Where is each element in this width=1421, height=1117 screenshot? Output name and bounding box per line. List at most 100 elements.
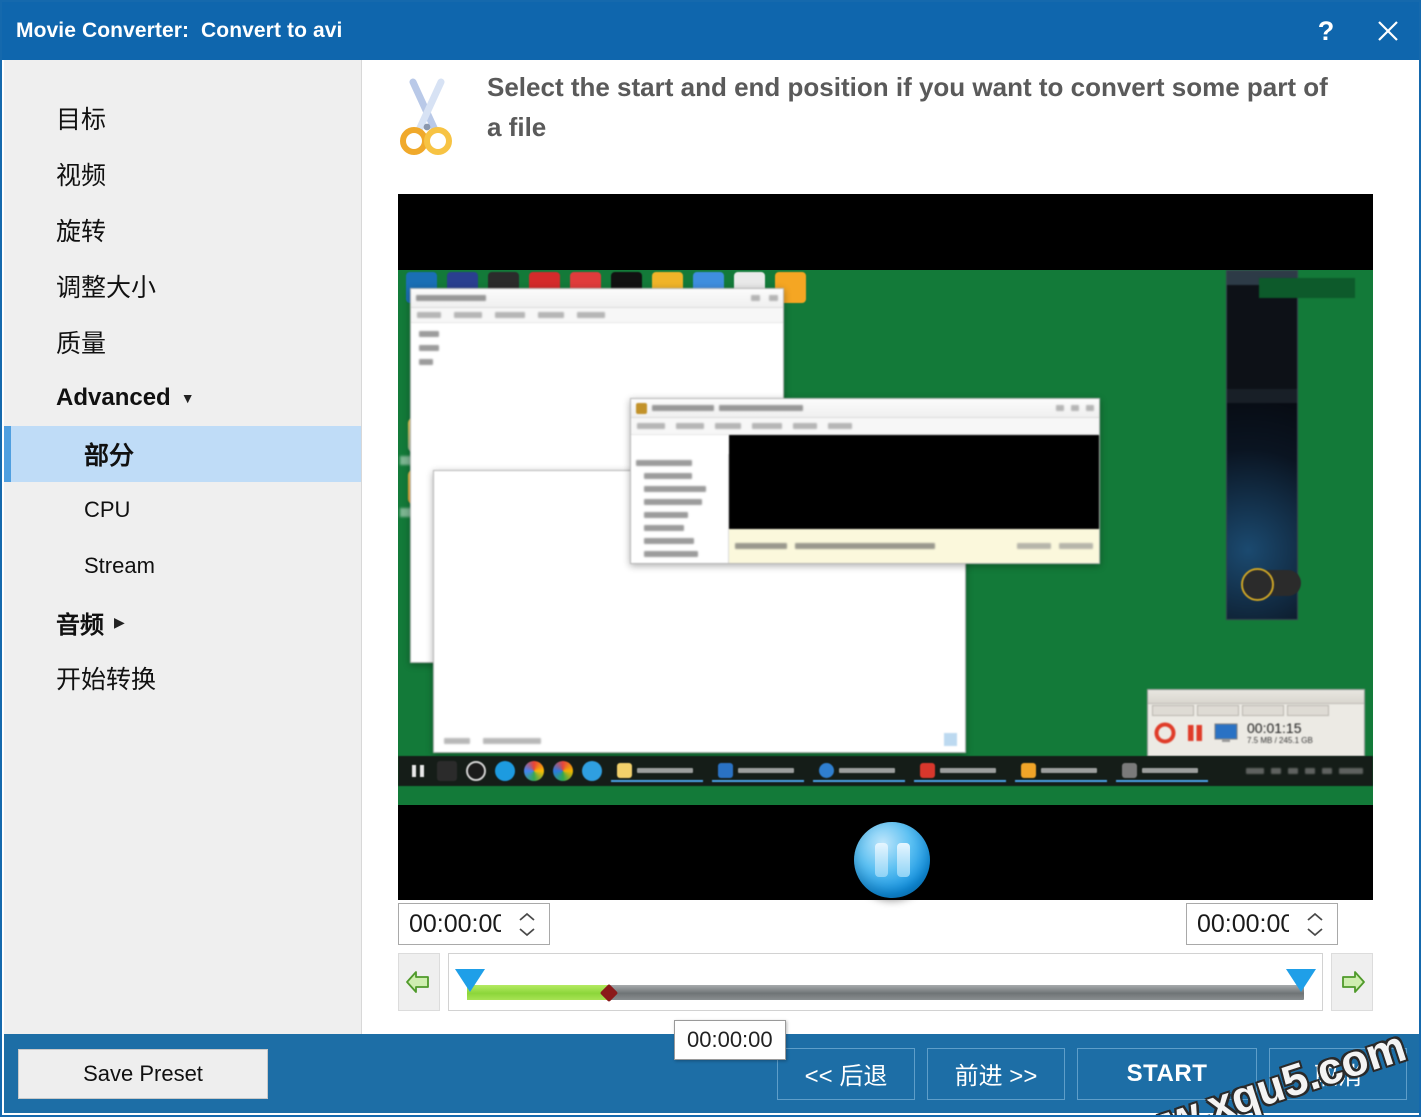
taskbar-window-button[interactable] [813,760,905,782]
timeline-track[interactable] [467,983,1304,1002]
sidebar-item-label: Advanced [56,384,171,411]
spinner-arrows[interactable] [517,912,537,937]
recorded-window-menubar [631,418,1099,435]
sidebar-navigation: 目标 视频 旋转 调整大小 质量 Advanced ▼ 部分 CPU Strea… [4,60,362,1038]
chevron-up-icon[interactable] [1305,912,1325,923]
back-button[interactable]: << 后退 [777,1047,915,1100]
start-time-spinner[interactable] [398,903,550,945]
record-stop-icon [1154,722,1176,743]
sidebar-item-stream[interactable]: Stream [4,538,361,594]
recorded-window-titlebar [631,399,1099,418]
previous-frame-button[interactable] [398,953,440,1011]
recorded-window-titlebar [411,289,783,308]
record-pause-icon [1188,724,1202,741]
video-frame-content: 00:01:15 7.5 MB / 245.1 GB [398,270,1373,805]
start-button[interactable]: START [1077,1047,1257,1100]
screen-recorder-body: 00:01:15 7.5 MB / 245.1 GB [1148,717,1364,748]
recorded-taskbar [398,756,1373,786]
timeline-start-handle[interactable] [455,969,485,992]
screen-recorder-tab [1242,705,1284,716]
taskbar-window-button[interactable] [914,760,1006,782]
movie-converter-window: Movie Converter: Convert to avi ? 目标 视频 … [0,0,1421,1117]
save-preset-button[interactable]: Save Preset [18,1048,268,1099]
time-tooltip: 00:00:00 [674,1020,786,1060]
next-frame-button[interactable] [1331,953,1373,1011]
sidebar-item-label: Stream [84,553,155,578]
chevron-down-icon[interactable] [517,926,537,937]
recorded-media-player-controls [1227,389,1297,403]
timeline-end-handle[interactable] [1286,969,1316,992]
footer-actions: << 后退 前进 >> START 取消 [777,1047,1407,1100]
cancel-button[interactable]: 取消 [1269,1047,1407,1100]
recorded-window-menubar [411,308,783,323]
end-time-spinner[interactable] [1186,903,1338,945]
title-bar-buttons: ? [1295,2,1419,60]
sidebar-item-target[interactable]: 目标 [4,90,361,146]
taskbar-window-button[interactable] [1015,760,1107,782]
taskbar-window-button[interactable] [712,760,804,782]
sidebar-item-label: 旋转 [56,218,107,246]
sidebar-item-start-convert[interactable]: 开始转换 [4,650,361,706]
start-time-input[interactable] [399,904,503,944]
arrow-right-icon [1342,971,1365,993]
page-heading: Select the start and end position if you… [487,72,1328,142]
end-time-input[interactable] [1187,904,1291,944]
spinner-arrows[interactable] [1305,912,1325,937]
sidebar-item-label: 质量 [56,330,107,358]
sidebar-item-resize[interactable]: 调整大小 [4,258,361,314]
taskbar-window-button[interactable] [611,760,703,782]
desktop-badge-widget [1241,568,1301,601]
timeline-track-container[interactable] [448,953,1323,1011]
taskbar-icon [437,761,457,781]
taskbar-icon [582,761,602,781]
close-button[interactable] [1357,2,1419,60]
timeline-row [398,953,1373,1011]
taskbar-icon [466,761,486,781]
sidebar-item-rotate[interactable]: 旋转 [4,202,361,258]
taskbar-window-button[interactable] [1116,760,1208,782]
recorded-media-player [1226,270,1298,620]
screen-recorder-titlebar [1148,690,1364,704]
recorder-storage: 7.5 MB / 245.1 GB [1247,736,1313,745]
pause-icon-bar [896,843,910,877]
chevron-right-icon: ▶ [114,614,125,630]
taskbar-pause-icon [412,765,424,777]
heading-row: Select the start and end position if you… [393,68,1393,160]
screen-recorder-tab [1287,705,1329,716]
next-button[interactable]: 前进 >> [927,1047,1065,1100]
sidebar-item-label: 视频 [56,162,107,190]
monitor-icon [1214,723,1238,742]
recorded-window-explorer [630,398,1100,564]
sidebar-item-label: 开始转换 [56,666,157,694]
sidebar-item-label: CPU [84,497,131,522]
recorder-timer: 00:01:15 [1247,720,1302,736]
chevron-down-icon: ▼ [180,390,195,406]
taskbar-icon [495,761,515,781]
title-bar: Movie Converter: Convert to avi ? [2,2,1419,60]
pause-button[interactable] [854,822,930,898]
chevron-down-icon[interactable] [1305,926,1325,937]
sidebar-item-quality[interactable]: 质量 [4,314,361,370]
sidebar-item-portion[interactable]: 部分 [4,426,361,482]
screen-recorder-tabs [1148,704,1364,717]
screen-recorder-tab [1152,705,1194,716]
sidebar-item-label: 目标 [56,106,107,134]
sidebar-group-audio[interactable]: 音频 ▶ [4,594,361,650]
desktop-corner-label [1259,278,1355,298]
help-button[interactable]: ? [1295,2,1357,60]
sidebar-item-label: 音频 [56,611,104,639]
video-preview[interactable]: 00:01:15 7.5 MB / 245.1 GB [398,194,1373,900]
window-title: Movie Converter: Convert to avi [16,19,343,42]
sidebar-item-cpu[interactable]: CPU [4,482,361,538]
scissors-icon [400,78,452,155]
screen-recorder-panel: 00:01:15 7.5 MB / 245.1 GB [1147,689,1365,757]
taskbar-icon [524,761,544,781]
screen-recorder-tab [1197,705,1239,716]
sidebar-item-video[interactable]: 视频 [4,146,361,202]
pause-icon-bar [874,843,888,877]
chevron-up-icon[interactable] [517,912,537,923]
taskbar-icon [553,761,573,781]
arrow-left-icon [406,971,429,993]
sidebar-group-advanced[interactable]: Advanced ▼ [4,370,361,426]
timeline-progress [467,985,610,1000]
